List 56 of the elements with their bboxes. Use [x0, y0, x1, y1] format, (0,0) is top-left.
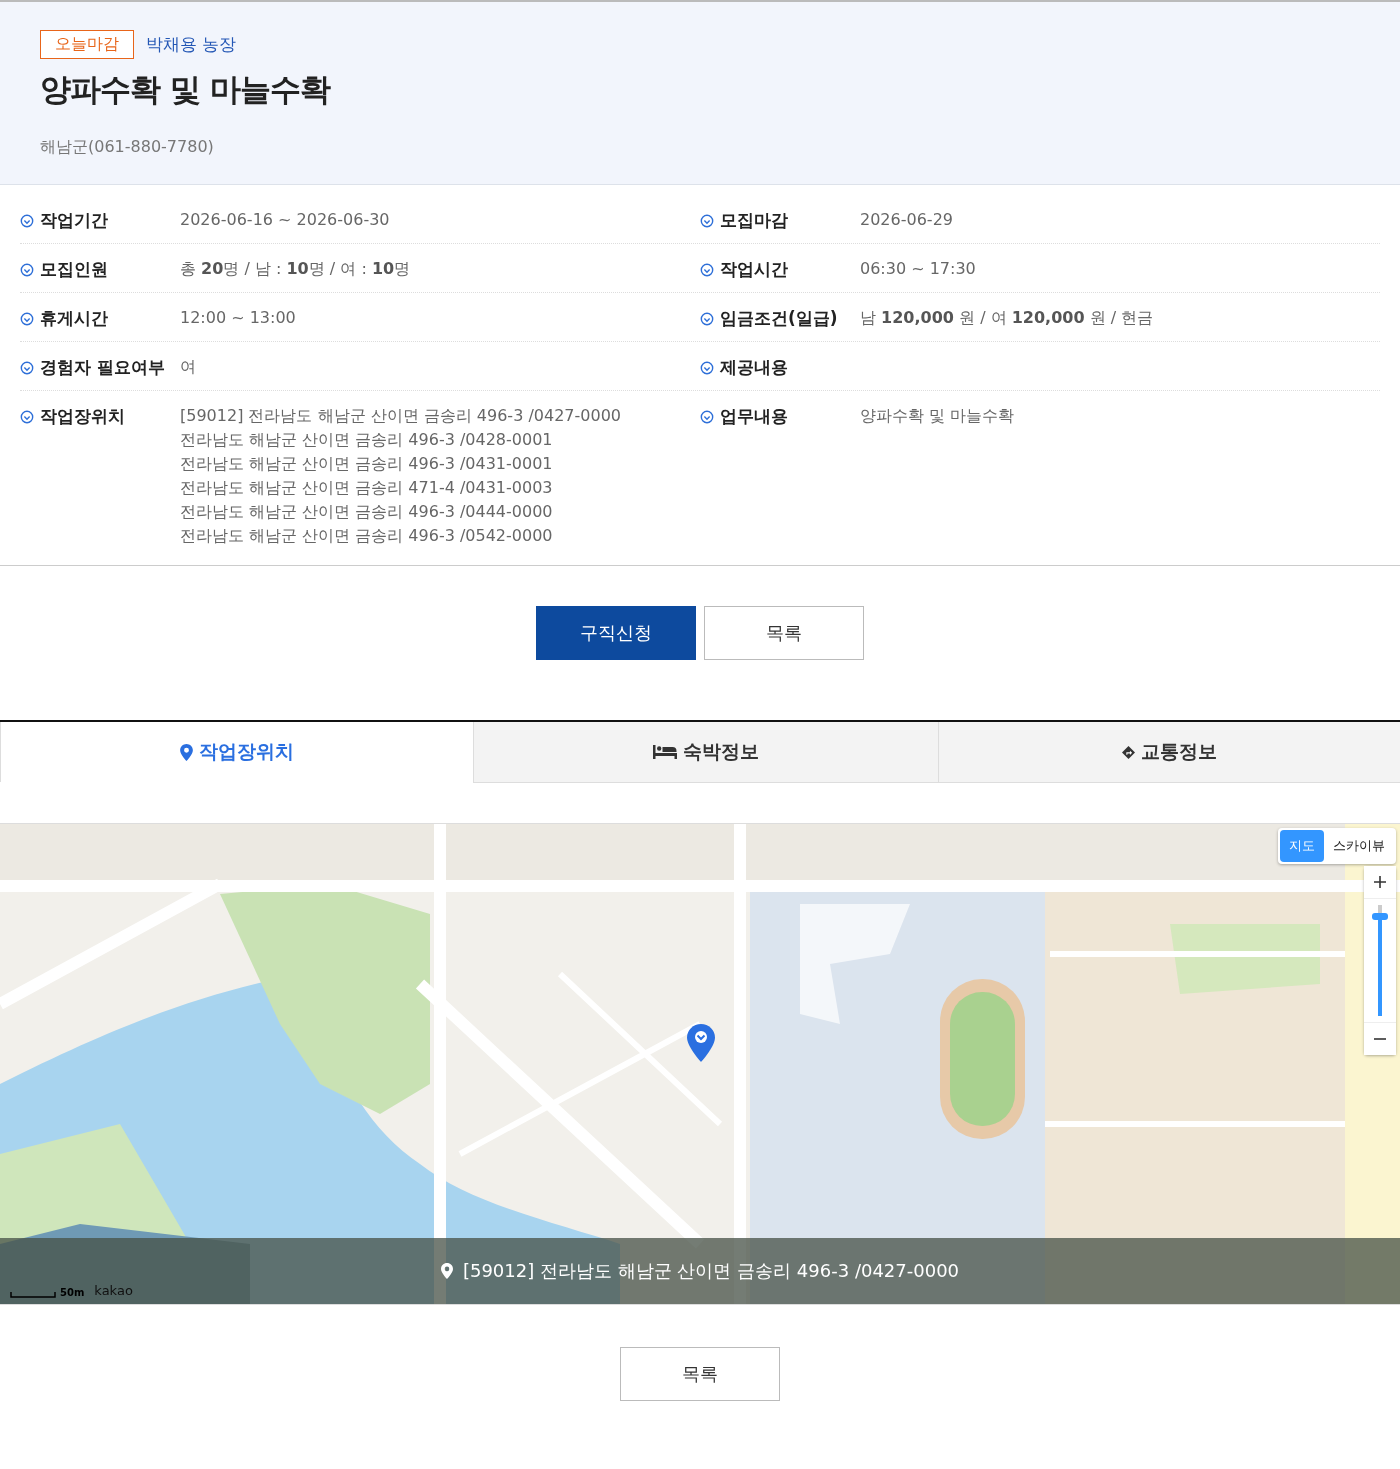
check-circle-icon	[20, 312, 34, 326]
zoom-out-button[interactable]	[1364, 1023, 1396, 1055]
field-label: 휴게시간	[40, 307, 109, 330]
field-value: 양파수확 및 마늘수확	[860, 405, 1015, 427]
field-value: [59012] 전라남도 해남군 산이면 금송리 496-3 /0427-0000	[180, 405, 621, 427]
deadline-badge: 오늘마감	[40, 30, 134, 59]
address-text: [59012] 전라남도 해남군 산이면 금송리 496-3 /0427-0000	[462, 1259, 960, 1283]
field-value: 여	[180, 356, 196, 378]
contact-text: 해남군(061-880-7780)	[40, 137, 215, 158]
tab[interactable]: 숙박정보	[473, 722, 938, 783]
zoom-in-button[interactable]	[1364, 866, 1396, 898]
field-label: 경험자 필요여부	[40, 356, 166, 379]
direction-sign-icon	[1122, 743, 1135, 761]
list-button[interactable]: 목록	[620, 1347, 780, 1401]
plus-icon	[1373, 875, 1387, 889]
location-pin-icon	[180, 743, 193, 761]
field-value: 06:30 ~ 17:30	[860, 258, 976, 280]
field-value: 12:00 ~ 13:00	[180, 307, 296, 329]
field-label: 작업장위치	[40, 405, 126, 428]
field-label: 모집마감	[720, 209, 789, 232]
field-label: 업무내용	[720, 405, 789, 428]
check-circle-icon	[20, 263, 34, 277]
company-name: 박채용 농장	[146, 33, 237, 56]
check-circle-icon	[700, 312, 714, 326]
check-circle-icon	[700, 410, 714, 424]
check-circle-icon	[20, 410, 34, 424]
check-circle-icon	[20, 214, 34, 228]
location-pin-icon	[440, 1263, 453, 1279]
field-value: 전라남도 해남군 산이면 금송리 496-3 /0542-0000	[180, 525, 554, 547]
field-label: 작업기간	[40, 209, 109, 232]
check-circle-icon	[700, 263, 714, 277]
map-provider-label: kakao	[94, 1283, 133, 1298]
field-label: 제공내용	[720, 356, 789, 379]
apply-button[interactable]: 구직신청	[536, 606, 696, 660]
scale-label: 50m	[60, 1287, 85, 1298]
scale-bar-icon	[10, 1292, 56, 1298]
field-value: 총 20명 / 남 : 10명 / 여 : 10명	[180, 258, 411, 280]
check-circle-icon	[700, 361, 714, 375]
list-button[interactable]: 목록	[704, 606, 864, 660]
field-value: 남 120,000 원 / 여 120,000 원 / 현금	[860, 307, 1154, 329]
check-circle-icon	[700, 214, 714, 228]
field-value: 2026-06-29	[860, 209, 953, 231]
field-value: 전라남도 해남군 산이면 금송리 471-4 /0431-0003	[180, 477, 554, 499]
field-value: 2026-06-16 ~ 2026-06-30	[180, 209, 390, 231]
field-value: 전라남도 해남군 산이면 금송리 496-3 /0431-0001	[180, 453, 554, 475]
bed-icon	[653, 745, 677, 759]
field-value: 전라남도 해남군 산이면 금송리 496-3 /0428-0001	[180, 429, 554, 451]
field-value: 전라남도 해남군 산이면 금송리 496-3 /0444-0000	[180, 501, 554, 523]
field-label: 임금조건(일급)	[720, 307, 839, 330]
zoom-slider-handle[interactable]	[1372, 913, 1388, 921]
tab[interactable]: 교통정보	[938, 722, 1400, 783]
check-circle-icon	[20, 361, 34, 375]
field-label: 작업시간	[720, 258, 789, 281]
map-marker-icon	[687, 1024, 715, 1062]
field-label: 모집인원	[40, 258, 109, 281]
job-title: 양파수확 및 마늘수확	[40, 70, 332, 109]
